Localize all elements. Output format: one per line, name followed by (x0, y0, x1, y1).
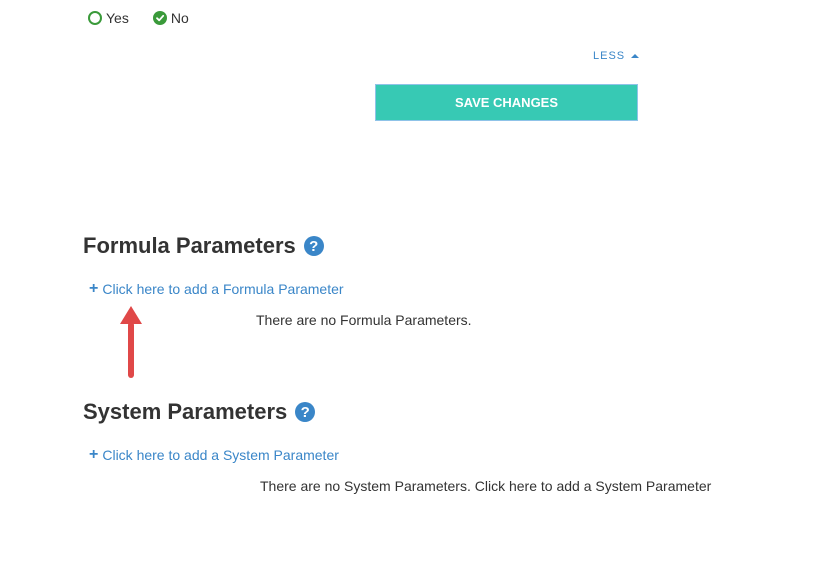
plus-icon: + (89, 280, 99, 297)
plus-icon: + (89, 446, 99, 463)
caret-up-icon (631, 54, 640, 58)
add-formula-parameter-label: Click here to add a Formula Parameter (102, 281, 344, 297)
add-system-parameter-label: Click here to add a System Parameter (102, 447, 339, 463)
system-parameters-heading: System Parameters ? (83, 399, 316, 425)
less-toggle-label: LESS (593, 50, 626, 62)
radio-no[interactable]: No (152, 10, 189, 26)
radio-yes[interactable]: Yes (88, 10, 129, 26)
save-changes-label: SAVE CHANGES (454, 95, 559, 110)
system-parameters-empty-message: There are no System Parameters. Click he… (260, 478, 712, 494)
radio-no-label: No (170, 10, 189, 26)
red-arrow-icon (116, 304, 146, 389)
formula-parameters-empty-message: There are no Formula Parameters. (256, 312, 472, 328)
radio-unchecked-icon (88, 11, 102, 25)
add-system-parameter-link[interactable]: + Click here to add a System Parameter (89, 446, 339, 464)
help-icon[interactable]: ? (295, 402, 316, 422)
formula-parameters-title: Formula Parameters (83, 233, 296, 258)
radio-yes-label: Yes (106, 10, 129, 26)
help-icon[interactable]: ? (303, 236, 324, 256)
add-formula-parameter-link[interactable]: + Click here to add a Formula Parameter (89, 280, 344, 298)
yes-no-radio-group: Yes No (88, 10, 213, 26)
system-parameters-title: System Parameters (83, 399, 288, 424)
radio-checked-icon (152, 11, 167, 25)
save-changes-button[interactable]: SAVE CHANGES (375, 84, 638, 121)
formula-parameters-heading: Formula Parameters ? (83, 233, 324, 259)
less-toggle[interactable]: LESS (593, 50, 640, 62)
